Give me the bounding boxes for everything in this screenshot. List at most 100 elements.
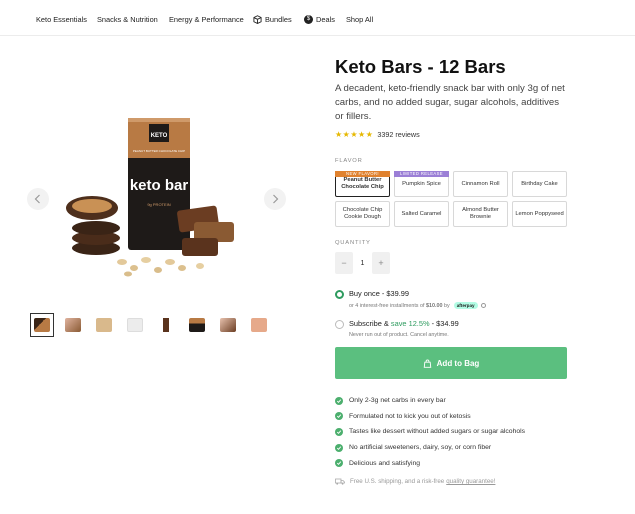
gallery-prev-arrow[interactable] bbox=[27, 188, 49, 210]
rating-row[interactable]: ★★★★★ 3392 reviews bbox=[335, 130, 420, 139]
flavor-grid: NEW FLAVOR! Peanut Butter Chocolate Chip… bbox=[335, 171, 567, 227]
add-to-bag-label: Add to Bag bbox=[436, 358, 480, 368]
thumbnail-strip bbox=[30, 313, 271, 337]
benefit-item: Formulated not to kick you out of ketosi… bbox=[335, 409, 525, 425]
benefit-item: Only 2-3g net carbs in every bar bbox=[335, 393, 525, 409]
check-icon bbox=[335, 459, 343, 468]
quality-guarantee-link[interactable]: quality guarantee! bbox=[446, 478, 495, 485]
subscribe-sub: Never run out of product. Cancel anytime… bbox=[349, 332, 449, 338]
flavor-name: Pumpkin Spice bbox=[402, 180, 441, 187]
nav-label: Energy & Performance bbox=[169, 15, 244, 24]
dollar-icon: $ bbox=[304, 15, 313, 24]
subscribe-price: - $34.99 bbox=[431, 319, 459, 328]
installment-amount: $10.00 bbox=[426, 302, 443, 309]
thumbnail[interactable] bbox=[123, 313, 147, 337]
truck-icon bbox=[335, 478, 345, 485]
flavor-option[interactable]: Almond Butter Brownie bbox=[453, 201, 508, 227]
benefit-text: Tastes like dessert without added sugars… bbox=[349, 428, 526, 436]
flavor-name: Chocolate Chip Cookie Dough bbox=[342, 207, 383, 220]
chevron-right-icon bbox=[273, 194, 279, 204]
benefit-item: Delicious and satisfying bbox=[335, 455, 525, 471]
installments-text: or 4 interest-free installments of $10.0… bbox=[349, 302, 486, 309]
nav-label: Keto Essentials bbox=[36, 15, 87, 24]
benefit-item: No artificial sweeteners, dairy, soy, or… bbox=[335, 440, 525, 456]
review-count: 3392 reviews bbox=[377, 130, 420, 139]
buy-once-label: Buy once - $39.99 bbox=[349, 289, 409, 298]
check-icon bbox=[335, 443, 343, 452]
benefits-list: Only 2-3g net carbs in every bar Formula… bbox=[335, 393, 525, 471]
nav-label: Snacks & Nutrition bbox=[97, 15, 158, 24]
buy-once-radio[interactable] bbox=[335, 290, 344, 299]
installments-prefix: or 4 interest-free installments of bbox=[349, 302, 425, 309]
flavor-name: Almond Butter Brownie bbox=[462, 207, 499, 220]
quantity-plus-button[interactable]: + bbox=[372, 252, 390, 274]
shipping-note: Free U.S. shipping, and a risk-free qual… bbox=[335, 478, 495, 485]
quantity-minus-button[interactable]: − bbox=[335, 252, 353, 274]
check-icon bbox=[335, 427, 343, 436]
flavor-tag: LIMITED RELEASE bbox=[394, 171, 449, 177]
nav-keto-essentials[interactable]: Keto Essentials bbox=[36, 15, 87, 24]
chevron-left-icon bbox=[34, 194, 40, 204]
subscribe-prefix: Subscribe & bbox=[349, 319, 389, 328]
flavor-tag: NEW FLAVOR! bbox=[335, 171, 390, 177]
top-nav: Keto Essentials Snacks & Nutrition Energ… bbox=[0, 0, 635, 36]
thumbnail[interactable] bbox=[154, 313, 178, 337]
flavor-label: FLAVOR bbox=[335, 158, 363, 164]
flavor-option[interactable]: Birthday Cake bbox=[512, 171, 567, 197]
wrapper-name: keto bar bbox=[130, 177, 189, 194]
product-title: Keto Bars - 12 Bars bbox=[335, 56, 506, 77]
flavor-option[interactable]: Cinnamon Roll bbox=[453, 171, 508, 197]
flavor-name: Birthday Cake bbox=[521, 180, 558, 187]
subscribe-save: save 12.5% bbox=[390, 319, 430, 328]
thumbnail[interactable] bbox=[185, 313, 209, 337]
nav-snacks-nutrition[interactable]: Snacks & Nutrition bbox=[97, 15, 158, 24]
thumbnail[interactable] bbox=[247, 313, 271, 337]
star-rating-icon: ★★★★★ bbox=[335, 130, 374, 139]
subscribe-label: Subscribe & save 12.5% - $34.99 bbox=[349, 319, 459, 328]
info-icon[interactable] bbox=[480, 303, 486, 308]
subscribe-radio[interactable] bbox=[335, 320, 344, 329]
benefit-text: No artificial sweeteners, dairy, soy, or… bbox=[349, 444, 492, 452]
wrapper-brand: KETO bbox=[151, 133, 168, 139]
flavor-name: Salted Caramel bbox=[401, 210, 442, 217]
afterpay-logo: afterpay bbox=[453, 302, 478, 309]
thumbnail[interactable] bbox=[92, 313, 116, 337]
nav-shop-all[interactable]: Shop All bbox=[346, 15, 373, 24]
nav-energy-performance[interactable]: Energy & Performance bbox=[169, 15, 244, 24]
flavor-option[interactable]: NEW FLAVOR! Peanut Butter Chocolate Chip bbox=[335, 171, 390, 197]
flavor-option[interactable]: Lemon Poppyseed bbox=[512, 201, 567, 227]
add-to-bag-button[interactable]: Add to Bag bbox=[335, 347, 567, 379]
flavor-name: Cinnamon Roll bbox=[461, 180, 500, 187]
benefit-item: Tastes like dessert without added sugars… bbox=[335, 424, 525, 440]
quantity-stepper: − 1 + bbox=[335, 252, 390, 274]
flavor-option[interactable]: Chocolate Chip Cookie Dough bbox=[335, 201, 390, 227]
flavor-name: Peanut Butter Chocolate Chip bbox=[341, 177, 384, 190]
thumbnail[interactable] bbox=[30, 313, 54, 337]
check-icon bbox=[335, 412, 343, 421]
wrapper-protein: 9g PROTEIN bbox=[147, 202, 170, 207]
installments-by: by bbox=[444, 302, 450, 309]
benefit-text: Formulated not to kick you out of ketosi… bbox=[349, 412, 471, 420]
nav-label: Shop All bbox=[346, 15, 374, 24]
thumbnail[interactable] bbox=[61, 313, 85, 337]
nav-label: Bundles bbox=[265, 15, 292, 24]
buy-once-option[interactable]: Buy once - $39.99 or 4 interest-free ins… bbox=[335, 289, 486, 309]
benefit-text: Only 2-3g net carbs in every bar bbox=[349, 397, 446, 405]
product-description: A decadent, keto-friendly snack bar with… bbox=[335, 83, 565, 122]
bag-icon bbox=[423, 359, 431, 368]
thumbnail[interactable] bbox=[216, 313, 240, 337]
check-icon bbox=[335, 396, 343, 405]
quantity-value[interactable]: 1 bbox=[353, 260, 372, 267]
nav-bundles[interactable]: Bundles bbox=[253, 15, 292, 24]
subscribe-option[interactable]: Subscribe & save 12.5% - $34.99 Never ru… bbox=[335, 319, 459, 338]
wrapper-flavor: PEANUT BUTTER CHOCOLATE CHIP bbox=[133, 149, 185, 153]
nav-deals[interactable]: $ Deals bbox=[304, 15, 335, 24]
gallery-next-arrow[interactable] bbox=[264, 188, 286, 210]
flavor-option[interactable]: Salted Caramel bbox=[394, 201, 449, 227]
shipping-text: Free U.S. shipping, and a risk-free bbox=[350, 478, 445, 485]
flavor-option[interactable]: LIMITED RELEASE Pumpkin Spice bbox=[394, 171, 449, 197]
benefit-text: Delicious and satisfying bbox=[349, 459, 421, 467]
box-icon bbox=[253, 15, 262, 24]
quantity-label: QUANTITY bbox=[335, 240, 371, 246]
main-product-image: KETO PEANUT BUTTER CHOCOLATE CHIP keto b… bbox=[66, 118, 234, 277]
